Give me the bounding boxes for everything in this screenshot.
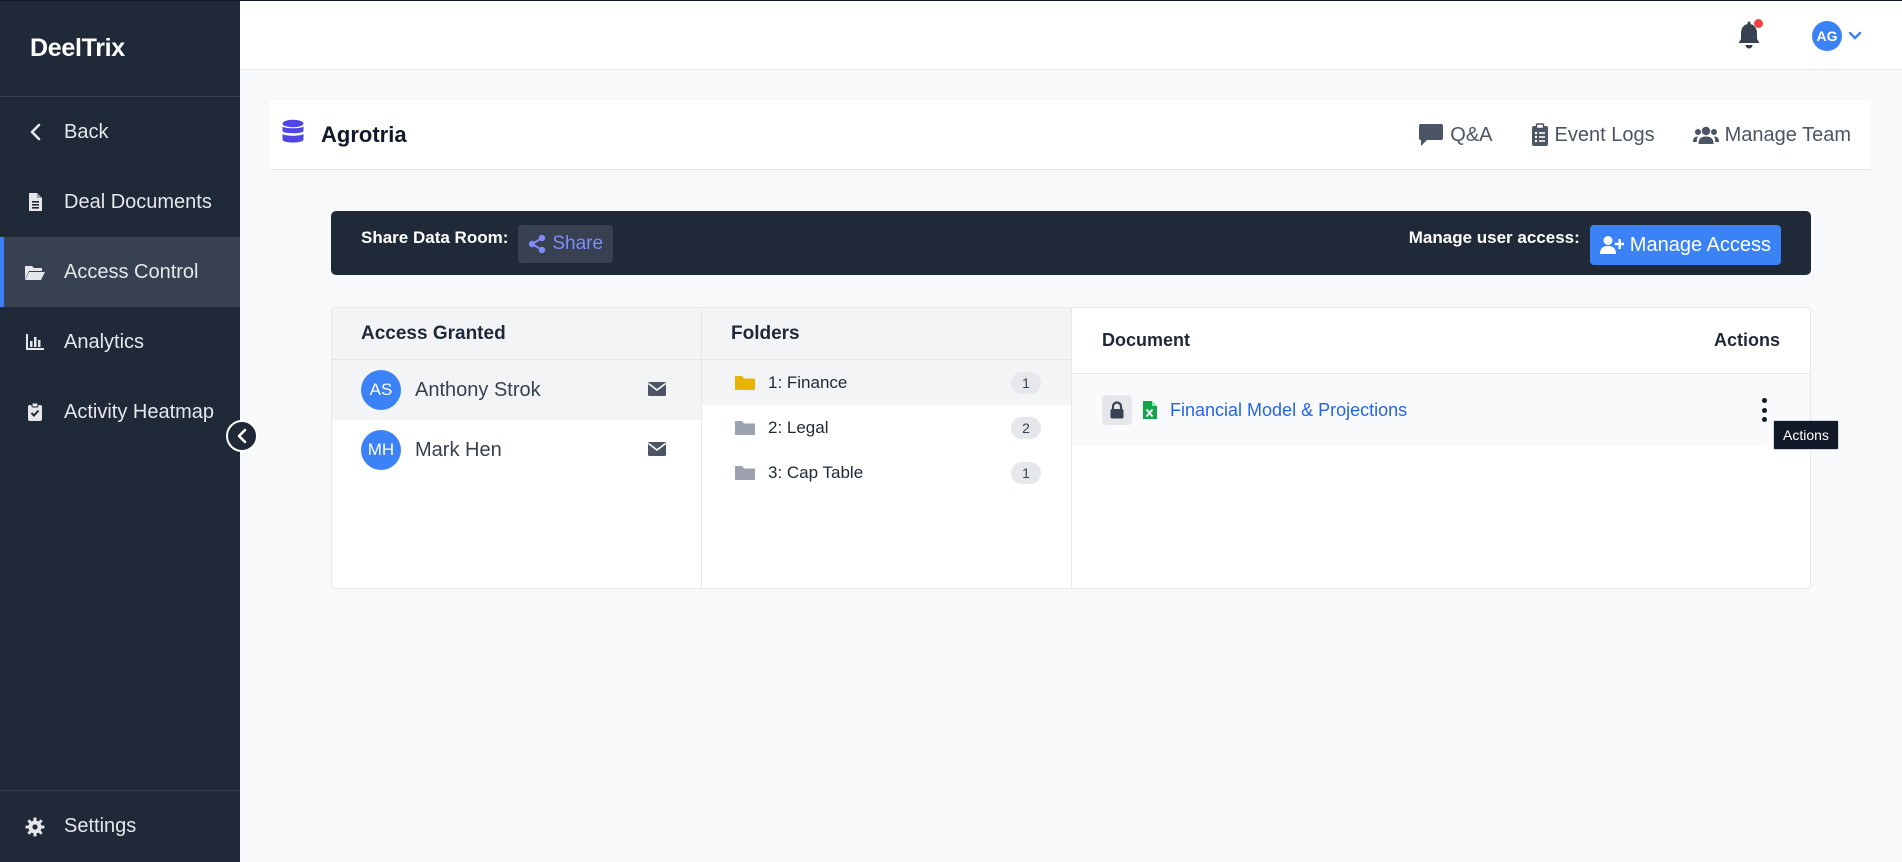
folder-row-legal[interactable]: 2: Legal 2 (702, 405, 1071, 450)
access-panels: Access Granted AS Anthony Strok MH Mark … (331, 307, 1811, 589)
share-data-room-label: Share Data Room: (361, 228, 509, 247)
user-name: Anthony Strok (415, 378, 541, 401)
folder-name: 3: Cap Table (768, 462, 864, 482)
sidebar-item-analytics[interactable]: Analytics (0, 307, 240, 377)
sidebar-item-deal-documents[interactable]: Deal Documents (0, 167, 240, 237)
gear-icon (24, 816, 46, 838)
sidebar-item-back[interactable]: Back (0, 97, 240, 167)
documents-panel: Document Actions Financial Model & Proje… (1072, 308, 1810, 588)
share-group: Share Data Room: Share (361, 225, 614, 263)
avatar: AS (361, 370, 401, 410)
excel-file-icon (1142, 400, 1158, 420)
folder-count-badge: 2 (1011, 417, 1041, 439)
page-header: Agrotria Q&A Event Logs Manage Team (269, 100, 1871, 170)
notification-bell-button[interactable] (1736, 19, 1763, 51)
users-icon (1692, 125, 1719, 145)
header-actions: Q&A Event Logs Manage Team (1380, 100, 1851, 170)
chevron-down-icon (1848, 31, 1862, 40)
folder-row-cap-table[interactable]: 3: Cap Table 1 (702, 450, 1071, 495)
manage-access-button[interactable]: Manage Access (1589, 225, 1781, 265)
actions-column-header: Actions (1713, 330, 1780, 350)
folder-icon (734, 464, 756, 482)
page-title: Agrotria (321, 121, 407, 147)
sidebar-settings-label: Settings (64, 815, 137, 837)
comment-icon (1418, 123, 1444, 147)
sidebar-item-label: Analytics (64, 330, 145, 353)
folder-icon (734, 374, 756, 392)
user-row-mark-hen[interactable]: MH Mark Hen (332, 420, 701, 480)
document-row: Financial Model & Projections (1072, 374, 1810, 446)
topbar: AG (240, 0, 1902, 70)
folder-name: 2: Legal (768, 417, 829, 437)
kebab-dot-icon (1761, 398, 1767, 403)
event-logs-label: Event Logs (1554, 123, 1655, 146)
sidebar-item-label: Back (64, 120, 109, 143)
access-granted-panel: Access Granted AS Anthony Strok MH Mark … (332, 308, 702, 588)
brand-logo: DeelTrix (0, 1, 240, 97)
envelope-icon[interactable] (647, 441, 667, 462)
user-plus-icon (1599, 235, 1624, 255)
kebab-dot-icon (1761, 417, 1767, 422)
share-icon (528, 234, 546, 254)
notification-dot (1754, 19, 1763, 28)
sidebar-collapse-button[interactable] (226, 420, 258, 452)
folder-name: 1: Finance (768, 372, 848, 392)
share-bar: Share Data Room: Share Manage user acces… (331, 211, 1811, 275)
avatar: MH (361, 430, 401, 470)
share-button-label: Share (552, 233, 604, 254)
user-row-anthony-strok[interactable]: AS Anthony Strok (332, 360, 701, 420)
folder-count-badge: 1 (1011, 462, 1041, 484)
event-logs-button[interactable]: Event Logs (1531, 123, 1655, 147)
clipboard-check-icon (24, 401, 46, 423)
lock-icon (1110, 401, 1124, 419)
sidebar-item-label: Deal Documents (64, 190, 212, 213)
folder-row-finance[interactable]: 1: Finance 1 (702, 360, 1071, 405)
chevron-left-icon (237, 428, 247, 444)
sidebar-item-settings[interactable]: Settings (0, 790, 240, 862)
user-menu[interactable]: AG (1812, 21, 1862, 51)
document-column-header: Document (1102, 330, 1191, 350)
actions-tooltip: Actions (1773, 420, 1839, 450)
document-link[interactable]: Financial Model & Projections (1170, 400, 1407, 421)
share-button[interactable]: Share (518, 225, 614, 263)
sidebar-item-access-control[interactable]: Access Control (0, 237, 240, 307)
folder-open-icon (24, 261, 46, 283)
folders-panel: Folders 1: Finance 1 2: Legal 2 3: Cap T… (702, 308, 1072, 588)
sidebar: DeelTrix Back Deal Documents Access Cont… (0, 0, 240, 862)
file-icon (24, 191, 46, 213)
user-name: Mark Hen (415, 438, 502, 461)
manage-team-button[interactable]: Manage Team (1692, 123, 1851, 147)
folder-count-badge: 1 (1011, 372, 1041, 394)
sidebar-nav: Back Deal Documents Access Control Analy… (0, 97, 240, 447)
lock-button[interactable] (1102, 395, 1132, 425)
manage-team-label: Manage Team (1724, 123, 1851, 146)
sidebar-item-activity-heatmap[interactable]: Activity Heatmap (0, 377, 240, 447)
manage-access-button-label: Manage Access (1629, 233, 1771, 256)
folder-icon (734, 419, 756, 437)
qa-button[interactable]: Q&A (1418, 123, 1493, 147)
manage-user-access-label: Manage user access: (1408, 228, 1580, 247)
kebab-dot-icon (1761, 407, 1767, 413)
chart-bar-icon (24, 331, 46, 353)
manage-access-group: Manage user access: Manage Access (1409, 225, 1781, 265)
documents-header: Document Actions (1072, 308, 1810, 374)
database-icon (281, 119, 305, 150)
sidebar-item-label: Access Control (64, 260, 199, 283)
clipboard-list-icon (1531, 123, 1549, 147)
envelope-icon[interactable] (647, 381, 667, 402)
access-granted-header: Access Granted (332, 308, 701, 360)
actions-menu-button[interactable] (1758, 398, 1770, 422)
sidebar-item-label: Activity Heatmap (64, 400, 215, 423)
folders-header: Folders (702, 308, 1071, 360)
chevron-left-icon (24, 121, 46, 143)
avatar: AG (1812, 21, 1842, 51)
qa-label: Q&A (1450, 123, 1493, 146)
